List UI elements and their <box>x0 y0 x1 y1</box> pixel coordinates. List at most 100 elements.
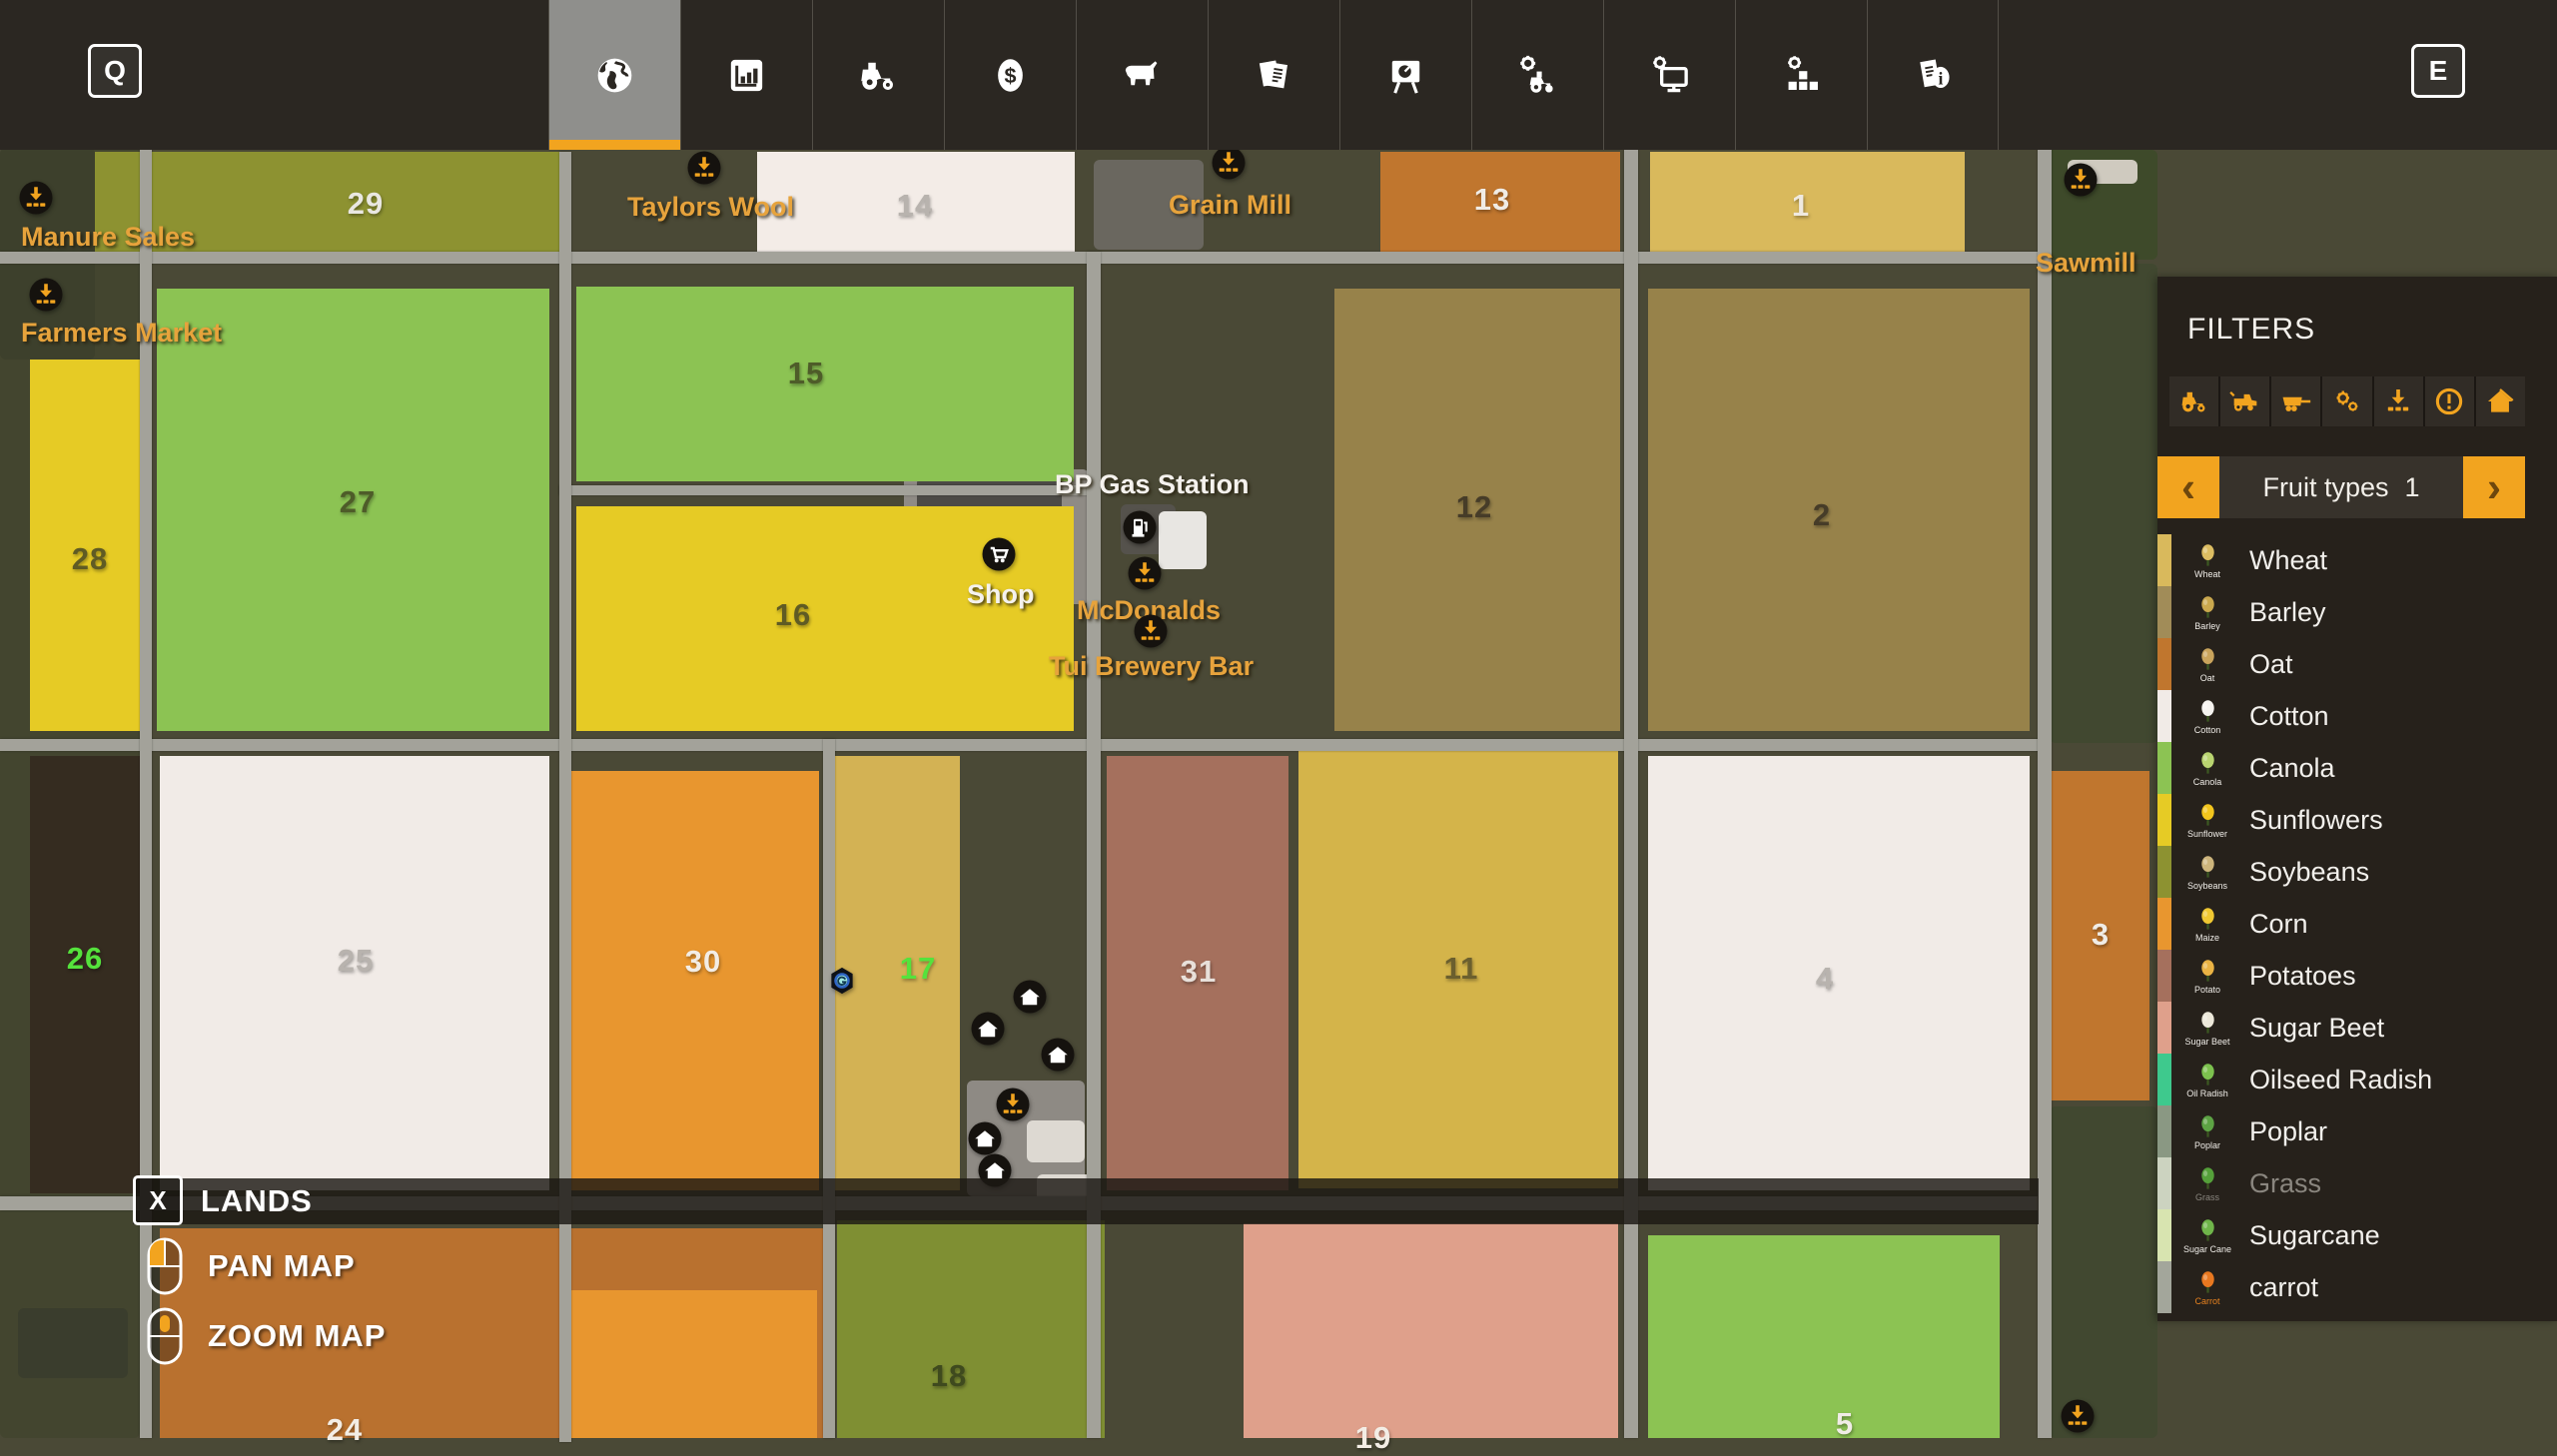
lands-key-hint: X <box>133 1175 183 1225</box>
easel-chart-icon <box>1382 52 1429 99</box>
field-number: 16 <box>775 597 811 633</box>
shop-cart-icon[interactable] <box>981 536 1017 572</box>
map-field-15[interactable] <box>576 287 1074 481</box>
map-label-manure-sales: Manure Sales <box>21 222 195 253</box>
mouse-left-button-icon <box>146 1236 184 1296</box>
map-terrain-patch <box>2050 1106 2157 1438</box>
map-field-2[interactable] <box>1648 289 2030 731</box>
zoom-map-label: ZOOM MAP <box>208 1318 387 1354</box>
unload-icon[interactable] <box>2060 1398 2096 1434</box>
fuel-pump-icon[interactable] <box>1122 509 1158 545</box>
barley-icon: Barley <box>2183 594 2231 631</box>
crop-row-barley[interactable]: Barley Barley <box>2157 586 2557 638</box>
map-label-taylors-wool: Taylors Wool <box>627 192 794 223</box>
house-icon[interactable] <box>1012 979 1048 1015</box>
tab-production[interactable] <box>1339 0 1471 150</box>
unload-icon[interactable] <box>2063 162 2099 198</box>
house-icon[interactable] <box>970 1011 1006 1047</box>
crop-row-carrot[interactable]: Carrotcarrot <box>2157 1261 2557 1313</box>
tab-statistics[interactable] <box>680 0 812 150</box>
map-field[interactable] <box>569 1290 817 1438</box>
unload-icon[interactable] <box>995 1087 1031 1122</box>
field-number: 12 <box>1456 489 1492 525</box>
sugarcane-icon: Sugar Cane <box>2183 1217 2231 1254</box>
next-tab-key-hint: E <box>2411 44 2465 98</box>
field-number: 31 <box>1181 954 1217 990</box>
tab-contracts[interactable] <box>1208 0 1339 150</box>
crop-row-oilseed-radish[interactable]: Oil RadishOilseed Radish <box>2157 1054 2557 1105</box>
unload-icon[interactable] <box>1133 613 1169 649</box>
map-field-4[interactable] <box>1648 756 2030 1190</box>
map-field-19[interactable] <box>1244 1223 1618 1438</box>
filter-category-trailer-icon[interactable] <box>2271 376 2322 426</box>
dollar-coin-icon: $ <box>987 52 1034 99</box>
unload-icon[interactable] <box>1211 145 1247 181</box>
map-field-18[interactable] <box>837 1220 1105 1438</box>
house-icon[interactable] <box>967 1120 1003 1156</box>
filter-category-unload-arrow-icon[interactable] <box>2374 376 2425 426</box>
crop-name: Poplar <box>2249 1116 2327 1147</box>
tab-help[interactable]: i <box>1867 0 1999 150</box>
filter-next-button[interactable]: › <box>2463 456 2525 518</box>
field-number: 26 <box>67 941 103 977</box>
lands-label: LANDS <box>201 1183 313 1219</box>
crop-name: Barley <box>2249 597 2326 628</box>
crop-row-canola[interactable]: CanolaCanola <box>2157 742 2557 794</box>
unload-icon[interactable] <box>28 277 64 313</box>
globe-icon <box>591 52 638 99</box>
tab-game-settings[interactable] <box>1603 0 1735 150</box>
crop-row-poplar[interactable]: Poplar Poplar <box>2157 1105 2557 1157</box>
house-icon[interactable] <box>1040 1037 1076 1073</box>
crop-row-soybeans[interactable]: SoybeansSoybeans <box>2157 846 2557 898</box>
tab-vehicle-settings[interactable] <box>1471 0 1603 150</box>
filter-category-warning-icon[interactable] <box>2425 376 2476 426</box>
crop-row-cotton[interactable]: CottonCotton <box>2157 690 2557 742</box>
map-label-shop: Shop <box>967 579 1035 610</box>
crop-name: Soybeans <box>2249 857 2369 888</box>
tab-animals[interactable] <box>1076 0 1208 150</box>
documents-icon <box>1251 52 1297 99</box>
crop-row-sunflowers[interactable]: SunflowerSunflowers <box>2157 794 2557 846</box>
filter-prev-button[interactable]: ‹ <box>2157 456 2219 518</box>
top-toolbar: Q $ i E <box>0 0 2557 150</box>
document-info-icon: i <box>1910 52 1957 99</box>
oilseed-radish-icon: Oil Radish <box>2183 1062 2231 1098</box>
unload-icon[interactable] <box>1127 555 1163 591</box>
poplar-icon: Poplar <box>2183 1113 2231 1150</box>
crop-icon-tag: Maize <box>2195 934 2219 943</box>
crop-name: Cotton <box>2249 701 2329 732</box>
map-terrain-patch <box>2050 264 2157 743</box>
prev-tab-key-hint: Q <box>88 44 142 98</box>
tab-vehicles[interactable] <box>812 0 944 150</box>
crop-row-sugar-beet[interactable]: Sugar BeetSugar Beet <box>2157 1002 2557 1054</box>
pan-map-hint: PAN MAP <box>146 1236 356 1296</box>
crop-icon-tag: Canola <box>2193 778 2222 787</box>
crop-row-oat[interactable]: OatOat <box>2157 638 2557 690</box>
crop-row-potatoes[interactable]: PotatoPotatoes <box>2157 950 2557 1002</box>
player-marker-icon <box>827 966 857 996</box>
crop-icon-tag: Grass <box>2195 1193 2219 1202</box>
map-field-5[interactable] <box>1648 1235 2000 1438</box>
crop-row-wheat[interactable]: WheatWheat <box>2157 534 2557 586</box>
tab-map[interactable] <box>548 0 680 150</box>
crop-color-chip <box>2157 690 2171 742</box>
filter-category-tractor-icon[interactable] <box>2169 376 2220 426</box>
crop-icon-tag: Wheat <box>2194 570 2220 579</box>
filter-category-harvester-icon[interactable] <box>2220 376 2271 426</box>
unload-icon[interactable] <box>686 150 722 186</box>
filter-page-value: 1 <box>2405 472 2420 503</box>
map-field-30[interactable] <box>567 771 819 1190</box>
filter-category-house-icon[interactable] <box>2476 376 2525 426</box>
map-road <box>559 485 1099 495</box>
crop-row-sugarcane[interactable]: Sugar CaneSugarcane <box>2157 1209 2557 1261</box>
filters-title: FILTERS <box>2187 313 2315 347</box>
crop-row-grass[interactable]: GrassGrass <box>2157 1157 2557 1209</box>
tab-finances[interactable]: $ <box>944 0 1076 150</box>
map-label-bp-gas-station: BP Gas Station <box>1055 469 1250 500</box>
unload-icon[interactable] <box>18 180 54 216</box>
crop-row-corn[interactable]: MaizeCorn <box>2157 898 2557 950</box>
tab-placeables[interactable] <box>1735 0 1867 150</box>
field-number: 14 <box>897 188 933 224</box>
field-number: 1 <box>1792 188 1810 224</box>
filter-category-gears-icon[interactable] <box>2322 376 2373 426</box>
